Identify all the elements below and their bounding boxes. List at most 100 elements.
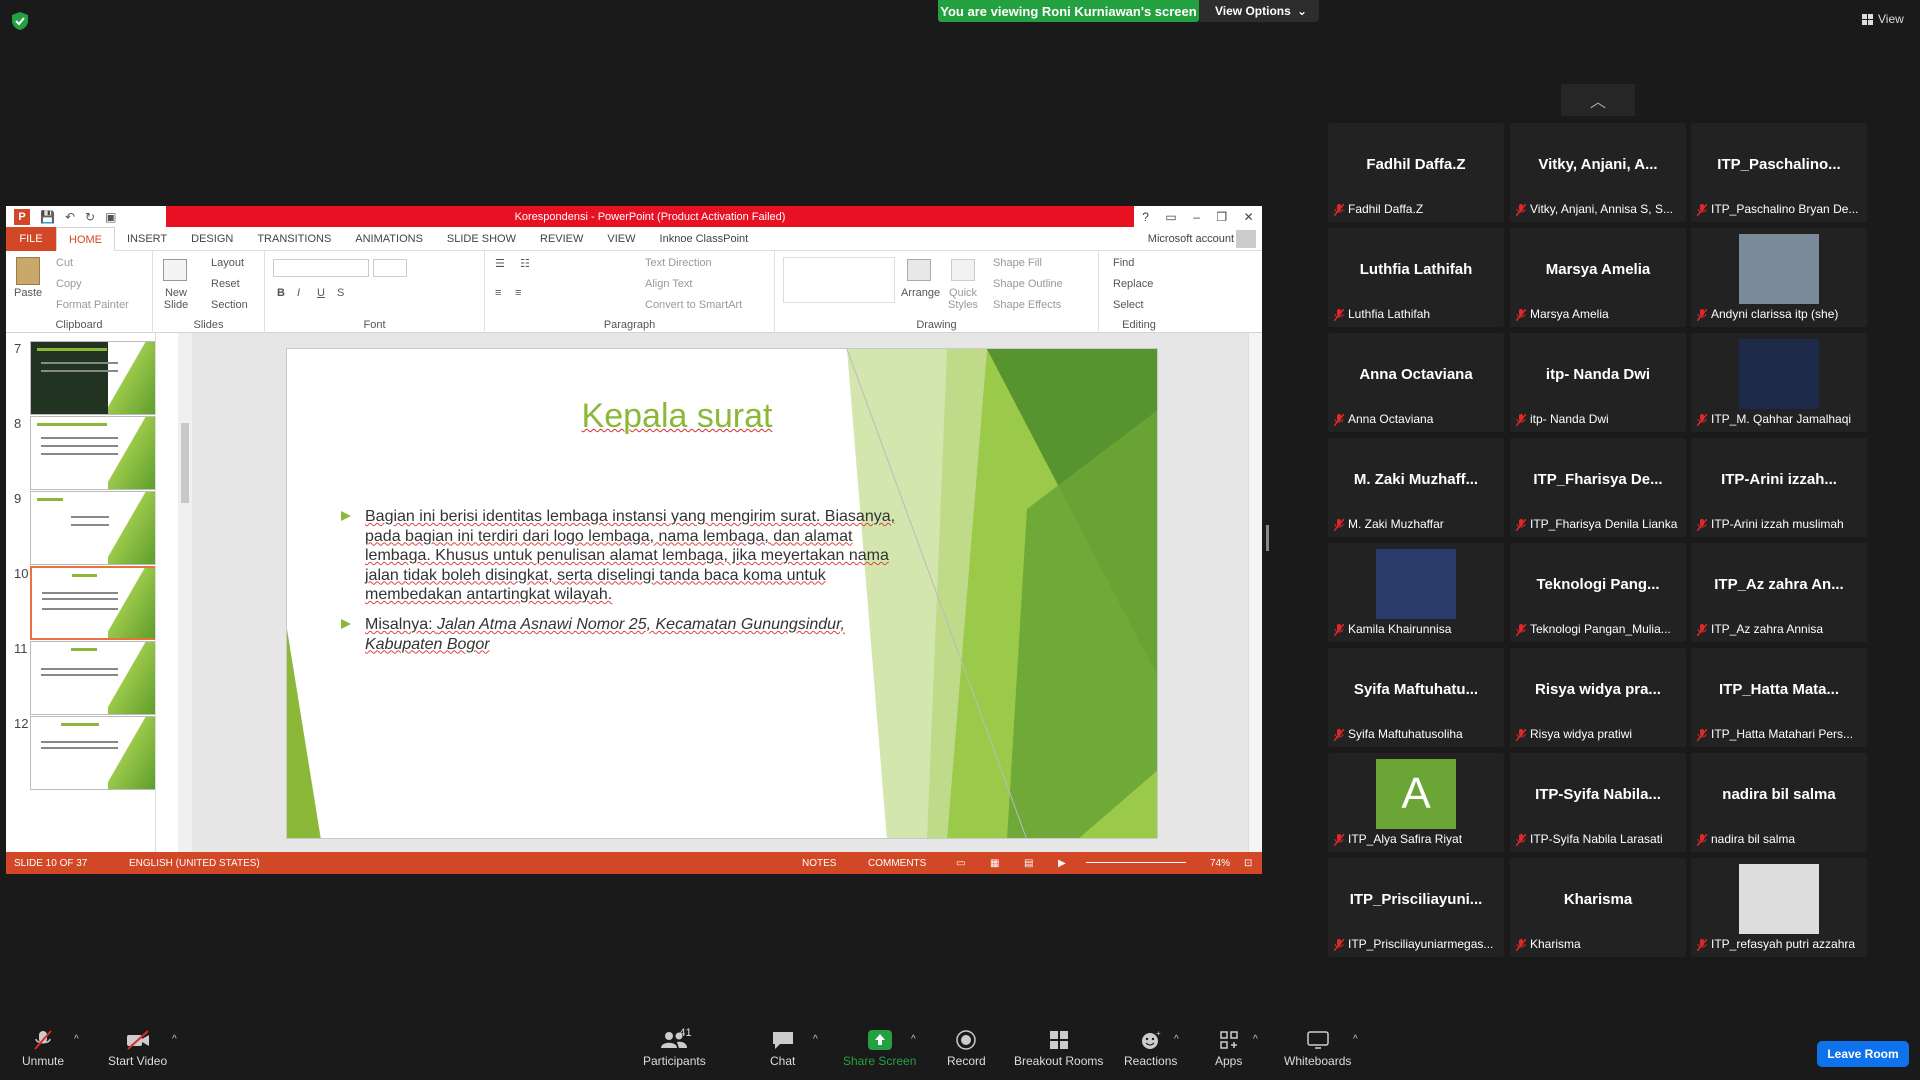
microsoft-account[interactable]: Microsoft account — [1148, 227, 1234, 251]
participant-tile[interactable]: itp- Nanda Dwi itp- Nanda Dwi — [1510, 333, 1686, 432]
tab-animations[interactable]: ANIMATIONS — [343, 227, 435, 251]
participant-tile[interactable]: Syifa Maftuhatu... Syifa Maftuhatusoliha — [1328, 648, 1504, 747]
ribbon-display-icon[interactable]: ▭ — [1165, 210, 1176, 224]
tab-home[interactable]: HOME — [56, 226, 115, 251]
slide-thumbnail[interactable] — [30, 716, 155, 790]
participant-tile[interactable]: Luthfia Lathifah Luthfia Lathifah — [1328, 228, 1504, 327]
new-slide-button[interactable]: New Slide — [161, 287, 191, 311]
font-size-select[interactable] — [373, 259, 407, 277]
view-button[interactable]: View — [1862, 12, 1904, 26]
participant-tile[interactable]: Teknologi Pang... Teknologi Pangan_Mulia.… — [1510, 543, 1686, 642]
slide-thumbnail[interactable] — [30, 341, 155, 415]
participant-tile[interactable]: ITP-Arini izzah... ITP-Arini izzah muslim… — [1691, 438, 1867, 537]
participant-tile[interactable]: ITP_Hatta Mata... ITP_Hatta Matahari Pers… — [1691, 648, 1867, 747]
whiteboards-options-caret[interactable]: ^ — [1353, 1034, 1358, 1045]
slide-thumbnail[interactable] — [30, 641, 155, 715]
chat-button[interactable]: Chat — [770, 1030, 795, 1068]
undo-icon[interactable]: ↶ — [65, 210, 75, 224]
apps-button[interactable]: Apps — [1215, 1030, 1242, 1068]
participant-tile[interactable]: ITP_Paschalino... ITP_Paschalino Bryan De… — [1691, 123, 1867, 222]
tab-classpoint[interactable]: Inknoe ClassPoint — [648, 227, 761, 251]
participant-tile[interactable]: Marsya Amelia Marsya Amelia — [1510, 228, 1686, 327]
replace-button[interactable]: Replace — [1113, 278, 1153, 290]
tab-review[interactable]: REVIEW — [528, 227, 595, 251]
bold-icon[interactable]: B — [277, 287, 285, 299]
slide-bullet[interactable]: Misalnya: Jalan Atma Asnawi Nomor 25, Ke… — [341, 615, 921, 654]
shadow-icon[interactable]: S — [337, 287, 344, 299]
thumbnails-scrollbar[interactable] — [178, 333, 192, 852]
numbering-icon[interactable]: ☷ — [520, 257, 530, 270]
tab-design[interactable]: DESIGN — [179, 227, 245, 251]
align-left-icon[interactable]: ≡ — [495, 287, 501, 299]
reset-button[interactable]: Reset — [211, 278, 240, 290]
reactions-button[interactable]: + Reactions — [1124, 1029, 1177, 1068]
text-direction-button[interactable]: Text Direction — [645, 257, 712, 269]
security-shield-icon[interactable] — [12, 12, 28, 30]
tab-transitions[interactable]: TRANSITIONS — [245, 227, 343, 251]
slideshow-icon[interactable]: ▶ — [1058, 858, 1066, 869]
slide-thumbnails-pane[interactable]: 7 8 9 10 11 12 — [6, 333, 156, 852]
quick-styles-button[interactable]: Quick Styles — [945, 287, 981, 311]
participant-tile[interactable]: Fadhil Daffa.Z Fadhil Daffa.Z — [1328, 123, 1504, 222]
view-options-button[interactable]: View Options ⌄ — [1199, 0, 1319, 22]
redo-icon[interactable]: ↻ — [85, 210, 95, 224]
tab-insert[interactable]: INSERT — [115, 227, 179, 251]
record-button[interactable]: Record — [947, 1030, 986, 1068]
align-text-button[interactable]: Align Text — [645, 278, 693, 290]
shape-fill-button[interactable]: Shape Fill — [993, 257, 1042, 269]
leave-room-button[interactable]: Leave Room — [1817, 1041, 1909, 1067]
find-button[interactable]: Find — [1113, 257, 1134, 269]
slide-sorter-icon[interactable]: ▦ — [990, 858, 999, 869]
cut-button[interactable]: Cut — [56, 257, 73, 269]
participant-tile[interactable]: A ITP_Alya Safira Riyat — [1328, 753, 1504, 852]
save-icon[interactable]: 💾 — [40, 210, 55, 224]
gallery-scroll-up-button[interactable]: ︿ — [1561, 84, 1635, 116]
participant-tile[interactable]: Anna Octaviana Anna Octaviana — [1328, 333, 1504, 432]
video-options-caret[interactable]: ^ — [172, 1034, 177, 1045]
minimize-icon[interactable]: – — [1193, 210, 1200, 224]
participant-tile[interactable]: ITP_Prisciliayuni... ITP_Prisciliayuniarm… — [1328, 858, 1504, 957]
apps-options-caret[interactable]: ^ — [1253, 1034, 1258, 1045]
panel-resize-handle[interactable] — [1266, 525, 1269, 551]
slide-thumbnail-selected[interactable] — [30, 566, 155, 640]
zoom-slider[interactable] — [1086, 862, 1186, 863]
paste-button[interactable]: Paste — [14, 287, 42, 299]
chat-options-caret[interactable]: ^ — [813, 1034, 818, 1045]
arrange-button[interactable]: Arrange — [901, 287, 940, 299]
participant-tile[interactable]: ITP_Fharisya De... ITP_Fharisya Denila Li… — [1510, 438, 1686, 537]
tab-view[interactable]: VIEW — [595, 227, 647, 251]
audio-options-caret[interactable]: ^ — [74, 1034, 79, 1045]
participant-tile[interactable]: M. Zaki Muzhaff... M. Zaki Muzhaffar — [1328, 438, 1504, 537]
unmute-button[interactable]: Unmute — [22, 1030, 64, 1068]
participant-tile[interactable]: ITP_refasyah putri azzahra — [1691, 858, 1867, 957]
reactions-options-caret[interactable]: ^ — [1174, 1034, 1179, 1045]
participant-tile[interactable]: ITP-Syifa Nabila... ITP-Syifa Nabila Lara… — [1510, 753, 1686, 852]
zoom-level[interactable]: 74% — [1210, 858, 1230, 869]
quick-styles-icon[interactable] — [951, 259, 975, 281]
tab-slide-show[interactable]: SLIDE SHOW — [435, 227, 528, 251]
format-painter-button[interactable]: Format Painter — [56, 299, 129, 311]
close-icon[interactable]: ✕ — [1244, 210, 1254, 224]
current-slide[interactable]: Kepala surat Bagian ini berisi identitas… — [286, 348, 1158, 839]
shapes-gallery[interactable] — [783, 257, 895, 303]
bullets-icon[interactable]: ☰ — [495, 257, 505, 270]
copy-button[interactable]: Copy — [56, 278, 82, 290]
participant-tile[interactable]: ITP_Az zahra An... ITP_Az zahra Annisa — [1691, 543, 1867, 642]
participant-tile[interactable]: Risya widya pra... Risya widya pratiwi — [1510, 648, 1686, 747]
slide-scrollbar[interactable] — [1248, 333, 1262, 852]
layout-button[interactable]: Layout — [211, 257, 244, 269]
convert-smartart-button[interactable]: Convert to SmartArt — [645, 299, 742, 311]
fit-to-window-icon[interactable]: ⊡ — [1244, 858, 1252, 869]
participant-tile[interactable]: ITP_M. Qahhar Jamalhaqi — [1691, 333, 1867, 432]
arrange-icon[interactable] — [907, 259, 931, 281]
slide-title[interactable]: Kepala surat — [487, 397, 867, 436]
slide-thumbnail[interactable] — [30, 491, 155, 565]
align-center-icon[interactable]: ≡ — [515, 287, 521, 299]
start-slideshow-icon[interactable]: ▣ — [105, 210, 116, 224]
participant-tile[interactable]: Kamila Khairunnisa — [1328, 543, 1504, 642]
reading-view-icon[interactable]: ▤ — [1024, 858, 1033, 869]
help-icon[interactable]: ? — [1142, 210, 1149, 224]
restore-icon[interactable]: ❐ — [1216, 210, 1227, 224]
paste-icon[interactable] — [16, 257, 40, 285]
slide-thumbnail[interactable] — [30, 416, 155, 490]
